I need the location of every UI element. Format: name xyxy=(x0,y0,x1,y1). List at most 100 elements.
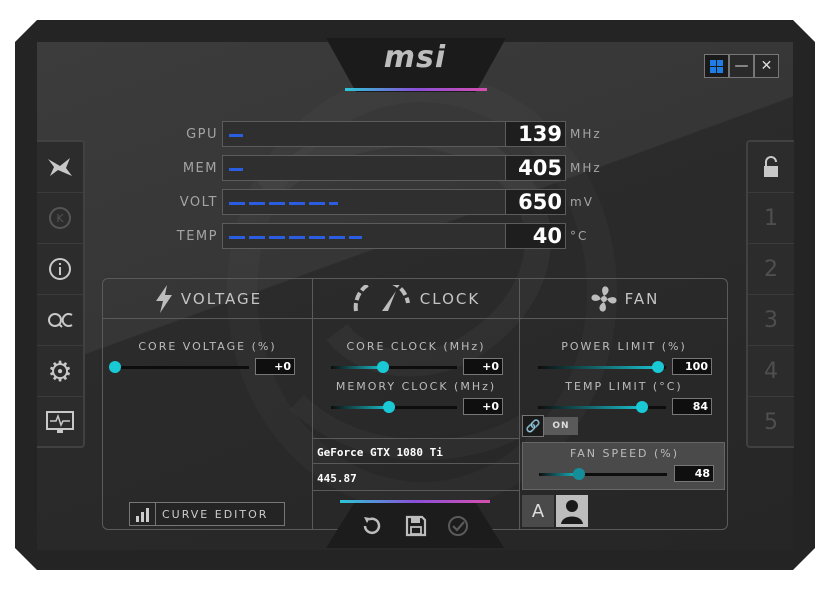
monitor-value: 650 xyxy=(505,190,565,214)
user-icon xyxy=(561,500,583,524)
reset-icon xyxy=(363,517,381,535)
voltage-section: VOLTAGE CORE VOLTAGE (%) +0 CURVE EDITOR xyxy=(103,279,312,529)
monitor-fill xyxy=(229,236,363,239)
profile-5-button[interactable]: 5 xyxy=(748,397,794,448)
clock-header: CLOCK xyxy=(313,279,519,319)
windows-logo-icon xyxy=(710,59,723,73)
core-clock-slider[interactable] xyxy=(331,361,457,373)
divider xyxy=(313,438,519,439)
settings-gear-icon[interactable]: ⚙ xyxy=(37,346,83,397)
hardware-monitor-icon[interactable] xyxy=(37,397,83,448)
gpu-name: GeForce GTX 1080 Ti xyxy=(317,446,443,459)
monitor-fill xyxy=(229,168,243,171)
fan-speed-label: FAN SPEED (%) xyxy=(569,447,680,460)
monitor-unit: MHz xyxy=(570,127,602,141)
lock-icon[interactable] xyxy=(748,142,794,193)
core-voltage-value[interactable]: +0 xyxy=(255,358,295,375)
fan-mode-buttons: A xyxy=(522,495,588,527)
left-sidebar: K ⚙ xyxy=(37,140,85,448)
divider xyxy=(313,463,519,464)
power-limit-value[interactable]: 100 xyxy=(672,358,712,375)
core-voltage-knob[interactable] xyxy=(109,361,121,373)
power-limit-label: POWER LIMIT (%) xyxy=(561,340,687,353)
core-clock-label: CORE CLOCK (MHz) xyxy=(346,340,486,353)
control-panel: VOLTAGE CORE VOLTAGE (%) +0 CURVE EDITOR… xyxy=(102,278,728,530)
fan-auto-button[interactable]: A xyxy=(522,495,554,527)
monitor-unit: MHz xyxy=(570,161,602,175)
save-button[interactable] xyxy=(402,514,430,544)
fan-speed-knob[interactable] xyxy=(573,468,585,480)
power-limit-knob[interactable] xyxy=(652,361,664,373)
monitor-gpu: GPU 139 MHz xyxy=(160,120,602,148)
monitor-value: 40 xyxy=(505,224,565,248)
fan-icon xyxy=(591,285,617,312)
temp-limit-slider[interactable] xyxy=(538,401,666,413)
speedometer-icon xyxy=(353,284,410,311)
fan-speed-slider[interactable] xyxy=(539,468,667,480)
core-voltage-slider[interactable] xyxy=(109,361,249,373)
minimize-button[interactable]: — xyxy=(729,54,754,78)
power-limit-slider[interactable] xyxy=(538,361,666,373)
monitor-mem: MEM 405 MHz xyxy=(160,154,602,182)
link-state: ON xyxy=(544,417,578,435)
monitor-unit: mV xyxy=(570,195,594,209)
core-clock-value[interactable]: +0 xyxy=(463,358,503,375)
profile-4-button[interactable]: 4 xyxy=(748,346,794,397)
apply-button[interactable] xyxy=(444,514,472,544)
reset-button[interactable] xyxy=(358,514,386,544)
close-button[interactable]: ✕ xyxy=(754,54,779,78)
core-voltage-label: CORE VOLTAGE (%) xyxy=(138,340,277,353)
monitor-bar: 650 xyxy=(222,189,566,215)
msi-dragon-icon[interactable] xyxy=(37,142,83,193)
divider xyxy=(313,490,519,491)
memory-clock-value[interactable]: +0 xyxy=(463,398,503,415)
info-icon[interactable] xyxy=(37,244,83,295)
bar-chart-icon xyxy=(130,503,156,525)
monitor-unit: °C xyxy=(570,229,589,243)
kombustor-icon[interactable]: K xyxy=(37,193,83,244)
core-clock-knob[interactable] xyxy=(377,361,389,373)
curve-editor-button[interactable]: CURVE EDITOR xyxy=(129,502,285,526)
fan-section: FAN POWER LIMIT (%) 100 TEMP LIMIT (°C) … xyxy=(520,279,728,529)
monitor-label: MEM xyxy=(182,160,218,176)
voltage-title: VOLTAGE xyxy=(180,289,263,308)
core-clock-fill xyxy=(331,366,383,369)
clock-section: CLOCK CORE CLOCK (MHz) +0 MEMORY CLOCK (… xyxy=(313,279,519,529)
fan-title: FAN xyxy=(624,289,660,308)
fan-speed-value[interactable]: 48 xyxy=(674,465,714,482)
temp-limit-knob[interactable] xyxy=(636,401,648,413)
oc-scanner-icon[interactable] xyxy=(37,295,83,346)
temp-limit-value[interactable]: 84 xyxy=(672,398,712,415)
save-icon xyxy=(405,515,427,537)
fan-header: FAN xyxy=(520,279,728,319)
temp-limit-label: TEMP LIMIT (°C) xyxy=(565,380,683,393)
voltage-header: VOLTAGE xyxy=(103,279,312,319)
memory-clock-label: MEMORY CLOCK (MHz) xyxy=(335,380,497,393)
monitor-bar: 405 xyxy=(222,155,566,181)
monitor-volt: VOLT 650 mV xyxy=(160,188,594,216)
curve-editor-label: CURVE EDITOR xyxy=(162,507,269,521)
profile-3-button[interactable]: 3 xyxy=(748,295,794,346)
power-limit-fill xyxy=(538,366,658,369)
link-icon: 🔗 xyxy=(522,415,544,437)
windows-logo-button[interactable] xyxy=(704,54,729,78)
driver-version: 445.87 xyxy=(317,472,357,485)
monitor-bar: 40 xyxy=(222,223,566,249)
profile-1-button[interactable]: 1 xyxy=(748,193,794,244)
monitor-value: 139 xyxy=(505,122,565,146)
right-sidebar-profiles: 1 2 3 4 5 xyxy=(746,140,794,448)
header-glow xyxy=(345,88,487,91)
svg-text:K: K xyxy=(56,212,64,225)
msi-logo: msi xyxy=(383,40,447,75)
monitor-temp: TEMP 40 °C xyxy=(160,222,588,250)
fan-user-button[interactable] xyxy=(556,495,588,527)
clock-title: CLOCK xyxy=(419,289,481,308)
monitor-label: GPU xyxy=(186,126,218,142)
window-controls: — ✕ xyxy=(704,54,779,78)
memory-clock-knob[interactable] xyxy=(383,401,395,413)
profile-2-button[interactable]: 2 xyxy=(748,244,794,295)
memory-clock-slider[interactable] xyxy=(331,401,457,413)
link-toggle[interactable]: 🔗 ON xyxy=(522,415,580,437)
bottom-glow xyxy=(340,500,490,503)
temp-limit-fill xyxy=(538,406,642,409)
